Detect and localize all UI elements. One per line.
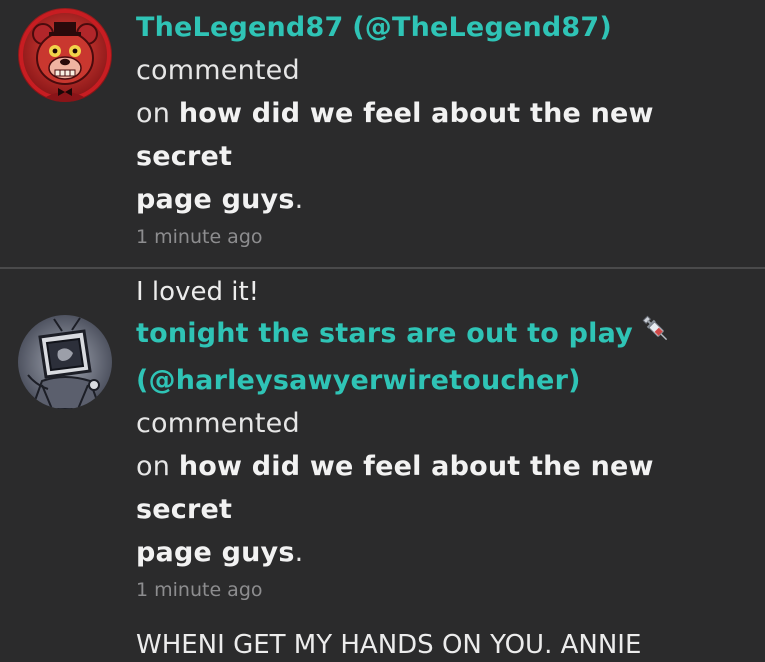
notification-item[interactable]: TheLegend87 (@TheLegend87) commented on … — [0, 0, 765, 307]
timestamp: 1 minute ago — [136, 579, 263, 601]
preposition-text: on — [136, 451, 171, 482]
avatar[interactable] — [18, 8, 112, 102]
action-text: commented — [136, 55, 300, 86]
post-title-link[interactable]: how did we feel about the new secret — [136, 451, 654, 525]
freddy-bear-avatar-icon — [18, 8, 112, 102]
user-handle[interactable]: (@TheLegend87) — [352, 12, 612, 43]
notification-body: TheLegend87 (@TheLegend87) commented on … — [136, 6, 747, 309]
avatar[interactable] — [18, 315, 112, 409]
syringe-icon — [639, 312, 673, 359]
action-text: commented — [136, 408, 300, 439]
notification-body: tonight the stars are out to play (@harl… — [136, 312, 747, 662]
user-display-name[interactable]: TheLegend87 — [136, 12, 343, 43]
user-handle[interactable]: (@harleysawyerwiretoucher) — [136, 365, 581, 396]
notification-feed: TheLegend87 (@TheLegend87) commented on … — [0, 0, 765, 660]
notification-text: TheLegend87 (@TheLegend87) commented on … — [136, 6, 747, 221]
period: . — [294, 537, 304, 568]
comment-text: WHENI GET MY HANDS ON YOU. ANNIE — [136, 630, 642, 660]
post-title-link-cont[interactable]: page guys — [136, 184, 295, 215]
period: . — [294, 184, 304, 215]
post-title-link-cont[interactable]: page guys — [136, 537, 295, 568]
user-display-name[interactable]: tonight the stars are out to play — [136, 318, 633, 349]
timestamp: 1 minute ago — [136, 226, 263, 248]
notification-item[interactable]: tonight the stars are out to play (@harl… — [0, 269, 765, 660]
preposition-text: on — [136, 98, 171, 129]
tv-head-avatar-icon — [18, 315, 112, 409]
post-title-link[interactable]: how did we feel about the new secret — [136, 98, 654, 172]
notification-text: tonight the stars are out to play (@harl… — [136, 312, 747, 574]
